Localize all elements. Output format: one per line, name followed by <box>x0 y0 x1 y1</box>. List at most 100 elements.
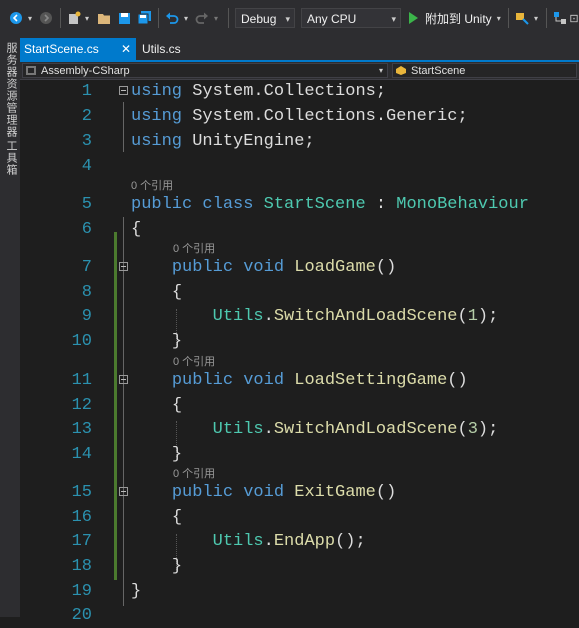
punctuation: () <box>375 258 397 277</box>
method-name: LoadSettingGame <box>294 371 448 390</box>
save-all-icon[interactable] <box>136 9 152 27</box>
brace: { <box>131 220 142 239</box>
server-explorer-tab[interactable]: 服务器资源管理器 <box>3 42 19 138</box>
attach-to-unity-button[interactable]: 附加到 Unity ▾ <box>408 9 504 27</box>
toolbar-separator <box>158 8 159 28</box>
redo-icon[interactable] <box>194 9 210 27</box>
new-project-icon[interactable] <box>66 9 82 27</box>
code-line: 12 { <box>20 394 579 418</box>
attach-label: 附加到 Unity <box>425 11 492 26</box>
overflow-icon[interactable]: ⊡ <box>569 9 578 27</box>
line-number: 6 <box>81 220 92 239</box>
code-line: 16 { <box>20 506 579 530</box>
line-number: 7 <box>81 258 92 277</box>
toolbar: ▾ ▾ ▾ ▾ Debug ▾ Any CPU ▾ 附加到 Unity ▾ ▾ <box>0 0 579 39</box>
tab-label: StartScene.cs <box>24 42 99 56</box>
back-dropdown-icon[interactable]: ▾ <box>26 9 34 27</box>
new-dropdown-icon[interactable]: ▾ <box>83 9 91 27</box>
line-number: 10 <box>71 332 92 351</box>
line-number: 15 <box>71 483 92 502</box>
namespace: System.Collections.Generic; <box>182 107 468 126</box>
chevron-down-icon: ▾ <box>285 14 290 24</box>
keyword: using <box>131 107 183 126</box>
code-line: 15 public void ExitGame() <box>20 481 579 505</box>
punctuation: () <box>447 371 468 390</box>
code-line: 13 Utils.SwitchAndLoadScene(3); <box>20 418 579 442</box>
code-line: 3 using UnityEngine; <box>20 130 579 154</box>
fold-collapse-icon[interactable] <box>119 262 128 271</box>
keyword: using <box>131 82 183 101</box>
project-dropdown[interactable]: Assembly-CSharp ▾ <box>22 63 388 78</box>
code-line: 8 { <box>20 281 579 305</box>
fold-collapse-icon[interactable] <box>119 487 128 496</box>
codelens-reference[interactable]: 0 个引用 <box>20 355 579 369</box>
forward-icon[interactable] <box>38 9 54 27</box>
line-number: 4 <box>81 157 92 176</box>
keyword: void <box>243 483 285 502</box>
type-name: Utils <box>212 532 264 551</box>
keyword: public <box>171 258 234 277</box>
type-name: Utils <box>212 420 264 439</box>
toolbar-separator <box>546 8 547 28</box>
solution-explorer-icon[interactable] <box>552 9 568 27</box>
codelens-reference[interactable]: 0 个引用 <box>20 467 579 481</box>
fold-collapse-icon[interactable] <box>119 86 128 95</box>
code-line: 5 public class StartScene : MonoBehaviou… <box>20 193 579 217</box>
save-icon[interactable] <box>116 9 132 27</box>
codelens-reference[interactable]: 0 个引用 <box>20 179 579 193</box>
back-icon[interactable] <box>8 9 24 27</box>
fold-collapse-icon[interactable] <box>119 375 128 384</box>
toolbar-separator <box>228 8 229 28</box>
brace: } <box>171 445 183 464</box>
namespace: UnityEngine; <box>182 132 315 151</box>
line-number: 14 <box>71 445 92 464</box>
line-number: 8 <box>81 283 92 302</box>
undo-dropdown-icon[interactable]: ▾ <box>182 9 190 27</box>
code-line: 4 <box>20 155 579 179</box>
class-name: StartScene <box>411 65 466 77</box>
method-name: ExitGame <box>294 483 376 502</box>
class-dropdown[interactable]: StartScene <box>392 63 577 78</box>
class-name: StartScene <box>263 195 366 214</box>
toolbar-separator <box>508 8 509 28</box>
toolbox-tab[interactable]: 工具箱 <box>3 140 19 176</box>
brace: { <box>171 396 183 415</box>
line-number: 12 <box>71 396 92 415</box>
code-line: 2 using System.Collections.Generic; <box>20 105 579 129</box>
csharp-project-icon <box>26 66 36 75</box>
line-number: 2 <box>81 107 92 126</box>
code-line: 6 { <box>20 218 579 242</box>
redo-dropdown-icon[interactable]: ▾ <box>212 9 220 27</box>
keyword: public <box>171 483 234 502</box>
keyword: void <box>243 371 285 390</box>
code-editor[interactable]: 1 using System.Collections; 2 using Syst… <box>20 80 579 625</box>
open-folder-icon[interactable] <box>96 9 112 27</box>
line-number: 20 <box>71 606 92 625</box>
base-class: MonoBehaviour <box>396 195 529 214</box>
number-literal: 3 <box>467 420 478 439</box>
line-number: 19 <box>71 582 92 601</box>
browser-link-dropdown-icon[interactable]: ▾ <box>532 9 540 27</box>
code-line: 11 public void LoadSettingGame() <box>20 369 579 393</box>
close-icon[interactable]: ✕ <box>121 38 131 60</box>
code-line: 19 } <box>20 580 579 604</box>
chevron-down-icon: ▾ <box>391 14 396 24</box>
browser-link-icon[interactable] <box>514 9 530 27</box>
codelens-reference[interactable]: 0 个引用 <box>20 242 579 256</box>
project-name: Assembly-CSharp <box>41 65 130 77</box>
code-line: 7 public void LoadGame() <box>20 256 579 280</box>
chevron-down-icon: ▾ <box>378 66 383 75</box>
keyword: public <box>131 195 193 214</box>
tab-label: Utils.cs <box>142 42 181 56</box>
number-literal: 1 <box>467 307 478 326</box>
chevron-down-icon: ▾ <box>496 13 501 23</box>
brace: } <box>171 557 183 576</box>
code-line: 14 } <box>20 443 579 467</box>
method-name: LoadGame <box>294 258 376 277</box>
platform-dropdown[interactable]: Any CPU ▾ <box>301 8 401 28</box>
config-dropdown[interactable]: Debug ▾ <box>235 8 295 28</box>
tab-utils[interactable]: Utils.cs <box>138 38 198 60</box>
tab-startscene[interactable]: StartScene.cs ✕ <box>20 38 136 60</box>
document-tab-bar: StartScene.cs ✕ Utils.cs <box>20 38 579 62</box>
undo-icon[interactable] <box>164 9 180 27</box>
